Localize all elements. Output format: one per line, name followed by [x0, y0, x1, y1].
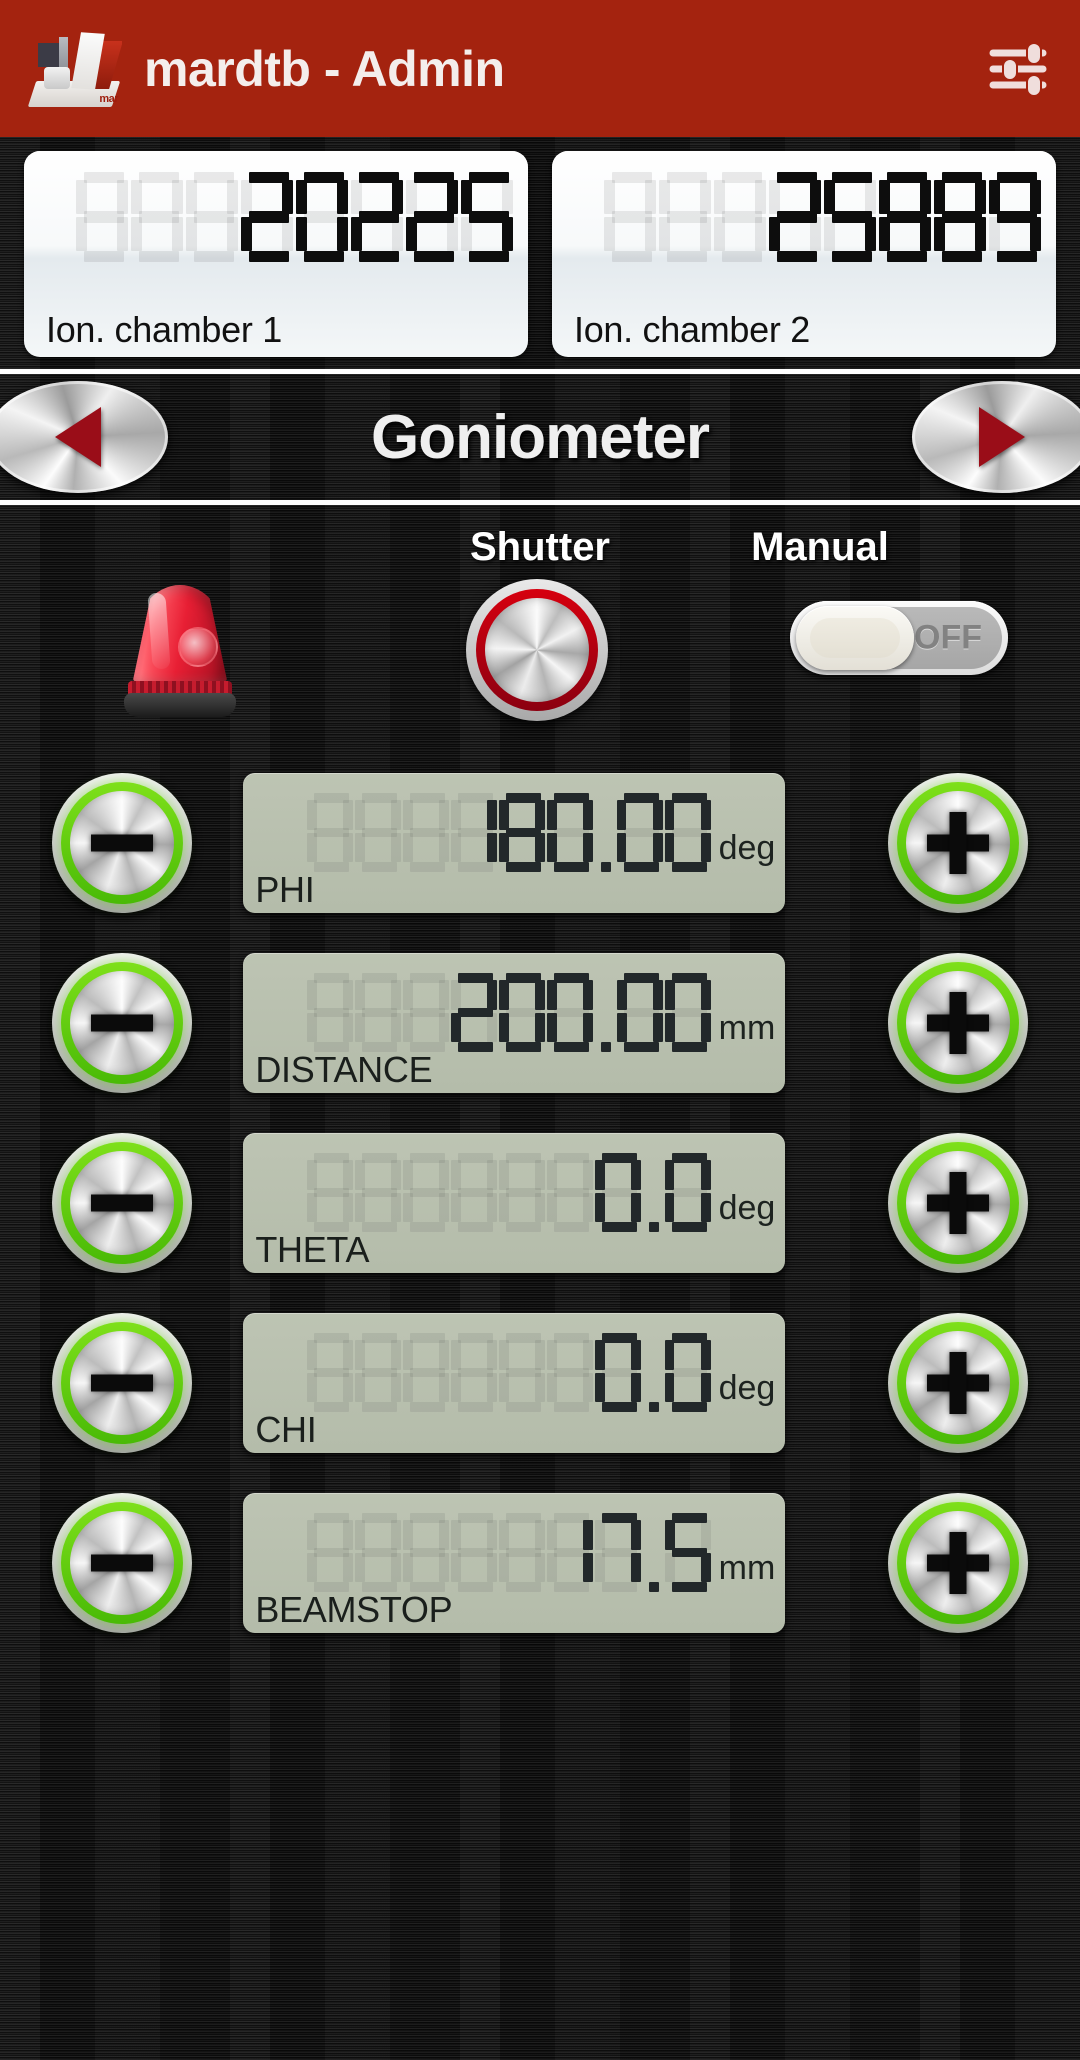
sliders-settings-icon[interactable]	[982, 33, 1054, 105]
increment-button[interactable]	[887, 1493, 1028, 1633]
app-logo-icon: mar	[26, 21, 122, 117]
increment-button[interactable]	[887, 1133, 1028, 1273]
button-ring	[61, 1142, 183, 1264]
button-ring	[896, 1502, 1019, 1624]
decrement-button[interactable]	[52, 953, 192, 1093]
parameter-value-digits: deg	[307, 1333, 776, 1413]
manual-toggle-switch[interactable]: OFF	[790, 601, 1008, 675]
shutter-round-button-icon	[485, 598, 589, 702]
parameter-display[interactable]: mm BEAMSTOP	[243, 1493, 786, 1633]
button-face	[70, 971, 174, 1075]
button-ring	[896, 962, 1019, 1084]
parameter-rows: deg PHI mm DISTANCE deg THETA deg CHI mm…	[0, 753, 1080, 1653]
parameter-display[interactable]: deg CHI	[243, 1313, 786, 1453]
button-face	[70, 791, 174, 895]
ion-chamber-card[interactable]: Ion. chamber 2	[552, 151, 1056, 357]
ion-chamber-label: Ion. chamber 1	[46, 309, 282, 350]
button-ring	[61, 962, 183, 1084]
button-ring	[61, 1502, 183, 1624]
parameter-row: mm BEAMSTOP	[0, 1473, 1080, 1653]
arrow-right-icon	[979, 407, 1025, 467]
button-ring	[896, 782, 1019, 904]
button-ring	[896, 1322, 1019, 1444]
ion-chamber-display	[552, 163, 1044, 271]
increment-button[interactable]	[887, 1313, 1028, 1453]
parameter-unit: mm	[718, 1549, 776, 1588]
button-ring	[61, 782, 183, 904]
shutter-ring	[476, 589, 598, 711]
parameter-value-digits: deg	[307, 793, 776, 873]
button-face	[70, 1331, 174, 1435]
increment-button[interactable]	[887, 953, 1028, 1093]
arrow-left-icon	[55, 407, 101, 467]
ion-chamber-card[interactable]: Ion. chamber 1	[24, 151, 528, 357]
parameter-display[interactable]: mm DISTANCE	[243, 953, 786, 1093]
parameter-name: DISTANCE	[255, 1049, 433, 1090]
button-face	[905, 791, 1010, 895]
plus-icon	[949, 1532, 967, 1594]
minus-icon	[91, 1554, 153, 1572]
parameter-row: mm DISTANCE	[0, 933, 1080, 1113]
control-panel: Shutter Manual OFF deg PHI mm DISTANCE d…	[0, 505, 1080, 2060]
decrement-button[interactable]	[52, 1313, 192, 1453]
parameter-value-digits: deg	[307, 1153, 776, 1233]
parameter-display[interactable]: deg PHI	[243, 773, 786, 913]
parameter-unit: mm	[718, 1009, 776, 1048]
decrement-button[interactable]	[52, 773, 192, 913]
parameter-display[interactable]: deg THETA	[243, 1133, 786, 1273]
parameter-row: deg CHI	[0, 1293, 1080, 1473]
button-face	[905, 1511, 1010, 1615]
ion-chamber-label: Ion. chamber 2	[574, 309, 810, 350]
plus-icon	[949, 1352, 967, 1414]
manual-label: Manual	[751, 525, 889, 569]
page-title: mardtb - Admin	[144, 40, 505, 97]
nav-prev-button[interactable]	[0, 381, 168, 493]
increment-button[interactable]	[887, 773, 1028, 913]
ion-chamber-strip: Ion. chamber 1 Ion. chamber 2	[0, 137, 1080, 369]
minus-icon	[91, 834, 153, 852]
shutter-button[interactable]	[466, 579, 608, 721]
button-face	[70, 1511, 174, 1615]
minus-icon	[91, 1014, 153, 1032]
plus-icon	[949, 1172, 967, 1234]
button-ring	[896, 1142, 1019, 1264]
decrement-button[interactable]	[52, 1133, 192, 1273]
parameter-name: THETA	[255, 1229, 370, 1270]
parameter-name: CHI	[255, 1409, 317, 1450]
button-ring	[61, 1322, 183, 1444]
plus-icon	[949, 992, 967, 1054]
toggle-state-label: OFF	[914, 618, 982, 657]
minus-icon	[91, 1194, 153, 1212]
parameter-name: PHI	[255, 869, 315, 910]
parameter-value-digits: mm	[307, 973, 776, 1053]
button-face	[70, 1151, 174, 1255]
decrement-button[interactable]	[52, 1493, 192, 1633]
parameter-name: BEAMSTOP	[255, 1589, 453, 1630]
ion-chamber-display	[24, 163, 516, 271]
parameter-unit: deg	[718, 829, 776, 868]
nav-title: Goniometer	[371, 402, 710, 472]
button-face	[905, 971, 1010, 1075]
parameter-row: deg PHI	[0, 753, 1080, 933]
app-header: mar mardtb - Admin	[0, 0, 1080, 137]
parameter-unit: deg	[718, 1369, 776, 1408]
nav-next-button[interactable]	[912, 381, 1080, 493]
logo-brand-text: mar	[99, 92, 118, 105]
goniometer-nav-bar: Goniometer	[0, 374, 1080, 500]
parameter-value-digits: mm	[307, 1513, 776, 1593]
plus-icon	[949, 812, 967, 874]
control-labels-row: Shutter Manual	[0, 525, 1080, 573]
parameter-row: deg THETA	[0, 1113, 1080, 1293]
button-face	[905, 1151, 1010, 1255]
button-face	[905, 1331, 1010, 1435]
parameter-unit: deg	[718, 1189, 776, 1228]
minus-icon	[91, 1374, 153, 1392]
toggle-knob[interactable]	[796, 606, 914, 670]
warning-beacon-light-icon	[122, 585, 238, 717]
